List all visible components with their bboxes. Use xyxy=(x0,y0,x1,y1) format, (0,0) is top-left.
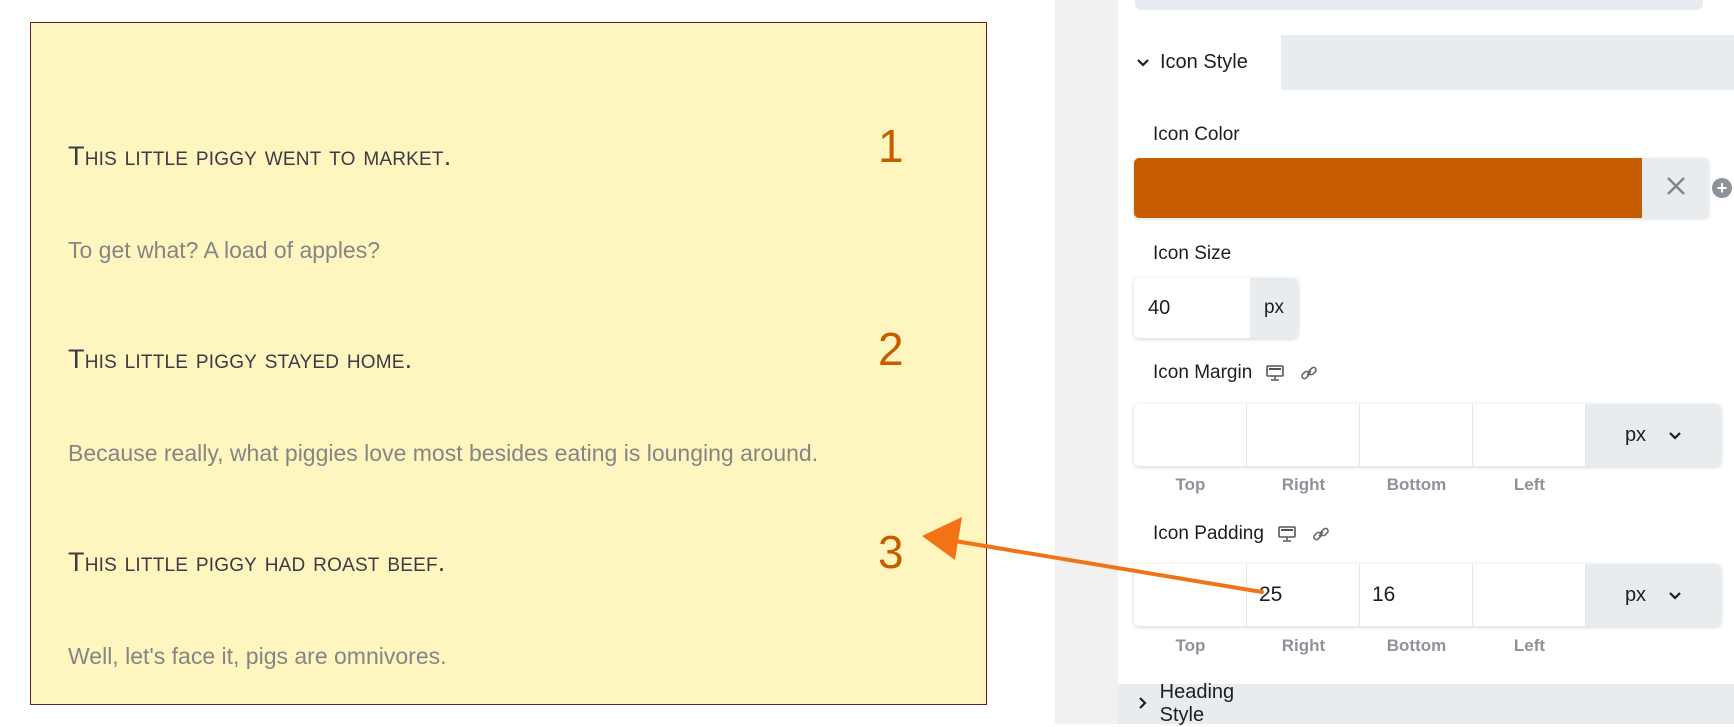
padding-right-input[interactable]: 25 xyxy=(1247,564,1360,626)
item-number-icon: 3 xyxy=(878,526,904,578)
margin-side-labels: Top Right Bottom Left xyxy=(1134,475,1586,495)
margin-unit-select[interactable]: px xyxy=(1586,404,1721,466)
desktop-icon[interactable] xyxy=(1276,523,1298,545)
label-bottom: Bottom xyxy=(1386,636,1447,655)
link-icon[interactable] xyxy=(1298,362,1320,384)
icon-size-input[interactable]: 40 px xyxy=(1134,278,1298,338)
clear-color-button[interactable] xyxy=(1642,158,1709,218)
label-top: Top xyxy=(1175,475,1206,494)
settings-panel: Icon Style Icon Color + Icon Size 40 px … xyxy=(1118,0,1734,726)
margin-left-input[interactable] xyxy=(1473,404,1586,466)
label-top: Top xyxy=(1175,636,1206,655)
link-icon[interactable] xyxy=(1310,523,1332,545)
icon-size-label-text: Icon Size xyxy=(1153,243,1232,264)
add-circle-icon[interactable]: + xyxy=(1712,178,1732,198)
section-title: Heading Style xyxy=(1159,681,1235,726)
label-right: Right xyxy=(1281,636,1326,655)
label-left: Left xyxy=(1513,475,1546,494)
section-title: Icon Style xyxy=(1160,51,1248,73)
padding-side-labels: Top Right Bottom Left xyxy=(1134,636,1586,656)
icon-style-section-header: Icon Style xyxy=(1118,35,1734,90)
margin-top-input[interactable] xyxy=(1134,404,1247,466)
close-icon xyxy=(1665,171,1687,205)
heading-style-section-header: Heading Style xyxy=(1118,681,1734,726)
chevron-down-icon xyxy=(1136,52,1150,73)
icon-list-preview: This little piggy went to market. 1 To g… xyxy=(30,22,987,705)
label-left: Left xyxy=(1513,636,1546,655)
icon-size-unit: px xyxy=(1250,278,1298,338)
padding-unit-select[interactable]: px xyxy=(1586,564,1721,626)
padding-left-input[interactable] xyxy=(1473,564,1586,626)
padding-unit-value: px xyxy=(1624,583,1647,606)
icon-size-label: Icon Size xyxy=(1153,243,1231,265)
item-text: Because really, what piggies love most b… xyxy=(68,440,819,466)
icon-margin-inputs: px xyxy=(1134,404,1721,466)
previous-field xyxy=(1135,0,1703,10)
item-heading: This little piggy had roast beef. xyxy=(68,547,446,577)
item-heading: This little piggy stayed home. xyxy=(68,344,413,374)
item-heading: This little piggy went to market. xyxy=(68,141,452,171)
item-text: Well, let's face it, pigs are omnivores. xyxy=(68,643,447,669)
panel-gutter xyxy=(1055,0,1118,724)
icon-color-label-text: Icon Color xyxy=(1153,124,1240,145)
icon-padding-label: Icon Padding xyxy=(1153,523,1332,545)
tab-icon-style[interactable]: Icon Style xyxy=(1118,35,1281,90)
chevron-down-icon xyxy=(1668,424,1682,447)
item-text: To get what? A load of apples? xyxy=(68,237,381,263)
icon-color-picker[interactable] xyxy=(1134,158,1709,218)
list-item: This little piggy had roast beef. 3 Well… xyxy=(68,525,986,695)
chevron-right-icon xyxy=(1136,694,1150,715)
margin-right-input[interactable] xyxy=(1247,404,1360,466)
list-item: This little piggy went to market. 1 To g… xyxy=(68,119,986,289)
label-right: Right xyxy=(1281,475,1326,494)
margin-unit-value: px xyxy=(1624,423,1647,446)
item-number-icon: 2 xyxy=(878,323,904,375)
desktop-icon[interactable] xyxy=(1264,362,1286,384)
item-number-icon: 1 xyxy=(878,120,904,172)
label-bottom: Bottom xyxy=(1386,475,1447,494)
list-item: This little piggy stayed home. 2 Because… xyxy=(68,322,986,492)
padding-bottom-input[interactable]: 16 xyxy=(1360,564,1473,626)
chevron-down-icon xyxy=(1668,584,1682,607)
icon-color-label: Icon Color xyxy=(1153,124,1240,146)
margin-bottom-input[interactable] xyxy=(1360,404,1473,466)
icon-size-value[interactable]: 40 xyxy=(1134,278,1250,338)
color-swatch[interactable] xyxy=(1134,158,1642,218)
icon-margin-label: Icon Margin xyxy=(1153,362,1320,384)
icon-margin-label-text: Icon Margin xyxy=(1153,362,1253,383)
icon-padding-inputs: 25 16 px xyxy=(1134,564,1721,626)
tab-heading-style[interactable]: Heading Style xyxy=(1118,681,1281,726)
icon-padding-label-text: Icon Padding xyxy=(1153,523,1264,544)
padding-top-input[interactable] xyxy=(1134,564,1247,626)
